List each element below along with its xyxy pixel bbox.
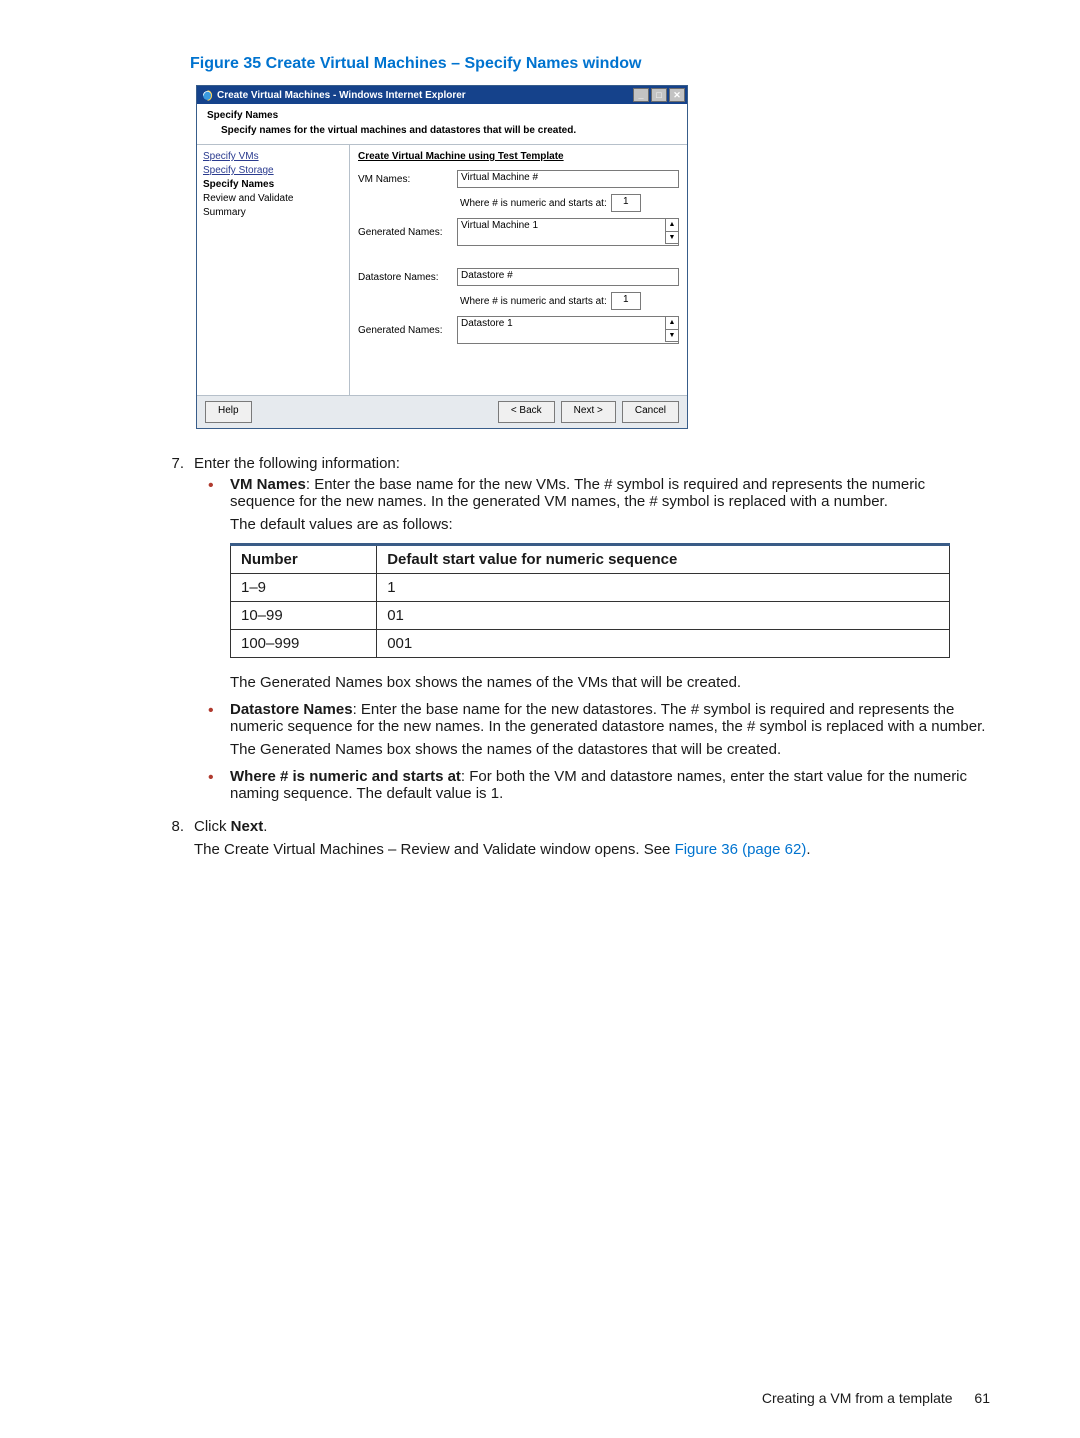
figure-36-link[interactable]: Figure 36 (page 62) [675, 841, 807, 858]
wizard-subtitle: Specify names for the virtual machines a… [221, 125, 677, 136]
vm-generated-label: Generated Names: [358, 227, 453, 238]
page-footer: Creating a VM from a template 61 [762, 1390, 990, 1406]
wizard-footer: Help < Back Next > Cancel [197, 395, 687, 428]
bullet-vm-names: VM Names: Enter the base name for the ne… [230, 476, 990, 691]
help-button[interactable]: Help [205, 401, 252, 423]
step-8-p2: The Create Virtual Machines – Review and… [194, 841, 990, 858]
sidebar-step-summary: Summary [203, 207, 343, 218]
ie-icon [201, 89, 213, 101]
vm-generated-output: Virtual Machine 1 [457, 218, 679, 246]
step-7-number: 7. [150, 455, 184, 812]
bullet-vm-names-p3: The Generated Names box shows the names … [230, 674, 990, 691]
ds-generated-output: Datastore 1 [457, 316, 679, 344]
ds-generated-label: Generated Names: [358, 325, 453, 336]
table-row: 100–999 001 [231, 630, 950, 658]
close-button[interactable]: ✕ [669, 88, 685, 102]
wizard-header: Specify Names Specify names for the virt… [197, 104, 687, 145]
step-7-text: Enter the following information: [194, 455, 400, 472]
back-button[interactable]: < Back [498, 401, 555, 423]
window-title: Create Virtual Machines - Windows Intern… [217, 90, 466, 101]
wizard-main-panel: Create Virtual Machine using Test Templa… [350, 145, 687, 395]
cancel-button[interactable]: Cancel [622, 401, 679, 423]
vm-starts-label: Where # is numeric and starts at: [460, 198, 607, 209]
th-default: Default start value for numeric sequence [377, 545, 950, 574]
vm-names-label: VM Names: [358, 174, 453, 185]
window-titlebar: Create Virtual Machines - Windows Intern… [197, 86, 687, 104]
table-row: 1–9 1 [231, 574, 950, 602]
page-number: 61 [974, 1390, 990, 1406]
ds-starts-label: Where # is numeric and starts at: [460, 296, 607, 307]
ds-starts-input[interactable]: 1 [611, 292, 641, 310]
sidebar-step-specify-vms[interactable]: Specify VMs [203, 151, 343, 162]
defaults-table: Number Default start value for numeric s… [230, 543, 950, 658]
vm-starts-input[interactable]: 1 [611, 194, 641, 212]
sidebar-step-specify-names: Specify Names [203, 179, 343, 190]
vm-generated-scroll[interactable]: ▲▼ [665, 218, 679, 244]
bullet-where-numeric: Where # is numeric and starts at: For bo… [230, 768, 990, 802]
instructions-body: 7. Enter the following information: VM N… [150, 455, 990, 864]
footer-text: Creating a VM from a template [762, 1390, 953, 1406]
maximize-button[interactable]: □ [651, 88, 667, 102]
figure-caption: Figure 35 Create Virtual Machines – Spec… [190, 55, 990, 73]
bullet-vm-names-p2: The default values are as follows: [230, 516, 990, 533]
sidebar-step-specify-storage[interactable]: Specify Storage [203, 165, 343, 176]
sidebar-step-review: Review and Validate [203, 193, 343, 204]
next-button[interactable]: Next > [561, 401, 616, 423]
wizard-sidebar: Specify VMs Specify Storage Specify Name… [197, 145, 350, 395]
table-row: 10–99 01 [231, 602, 950, 630]
minimize-button[interactable]: _ [633, 88, 649, 102]
bullet-ds-p2: The Generated Names box shows the names … [230, 741, 990, 758]
wizard-title: Specify Names [207, 110, 677, 121]
figure-number: Figure 35 [190, 55, 261, 72]
section-heading: Create Virtual Machine using Test Templa… [358, 151, 679, 162]
step-8-number: 8. [150, 818, 184, 864]
step-8-text: Click Next. [194, 818, 267, 835]
ds-names-label: Datastore Names: [358, 272, 453, 283]
figure-title: Create Virtual Machines – Specify Names … [266, 55, 642, 72]
ds-names-input[interactable]: Datastore # [457, 268, 679, 286]
ds-generated-scroll[interactable]: ▲▼ [665, 316, 679, 342]
bullet-datastore-names: Datastore Names: Enter the base name for… [230, 701, 990, 758]
vm-names-input[interactable]: Virtual Machine # [457, 170, 679, 188]
specify-names-window: Create Virtual Machines - Windows Intern… [196, 85, 688, 429]
th-number: Number [231, 545, 377, 574]
